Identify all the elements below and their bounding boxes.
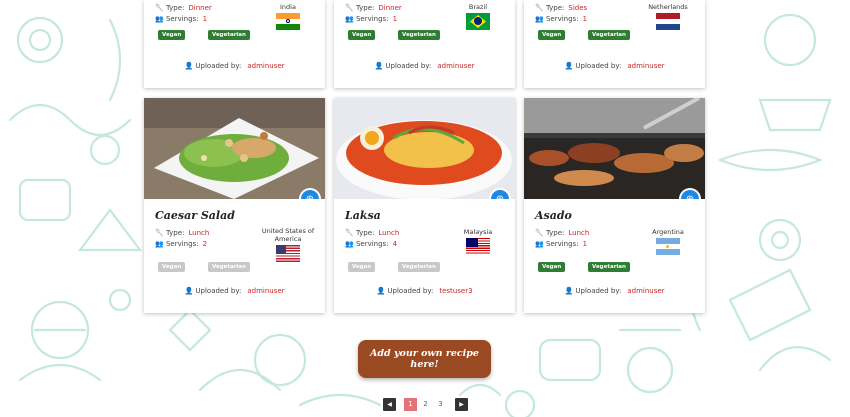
servings-value: 1 [582,15,588,23]
servings-label: Servings: [545,15,579,23]
uploader-name[interactable]: adminuser [627,287,664,295]
servings-label: Servings: [355,15,389,23]
uploader-name[interactable]: adminuser [247,62,284,70]
type-value: Dinner [188,4,212,12]
recipe-card-caesar-salad[interactable]: ⊕ Caesar Salad 🥄 Type: Lunch 👥 Servings: 2… [144,98,325,313]
usa-flag-icon [276,245,300,262]
vegan-badge: Vegan [348,262,376,272]
vegan-badge: Vegan [158,262,186,272]
pagination: ◀ 1 2 3 ▶ [383,397,468,411]
uploaded-by: 👤 Uploaded by: adminuser [374,62,475,70]
uploaded-by-label: Uploaded by: [575,62,622,70]
vegan-badge: Vegan [538,262,566,272]
uploader-name[interactable]: adminuser [627,62,664,70]
servings-value: 1 [582,240,588,248]
servings-value: 1 [392,15,398,23]
uploaded-by: 👤 Uploaded by: adminuser [184,287,285,295]
recipe-card-top-2[interactable]: 🥄 Type: Dinner 👥 Servings: 1 Brazil Vegan … [334,0,515,88]
uploaded-by-label: Uploaded by: [195,287,242,295]
diet-badges: Vegan Vegetarian [538,262,705,274]
country: United States of America [261,227,315,262]
type-value: Lunch [568,229,590,237]
vegetarian-badge: Vegetarian [588,30,630,40]
diet-badges: Vegan Vegetarian [158,30,325,42]
country-name: Netherlands [648,3,688,11]
uploaded-by: 👤 Uploaded by: adminuser [564,62,665,70]
diet-badges: Vegan Vegetarian [538,30,705,42]
vegetarian-badge: Vegetarian [398,30,440,40]
uploaded-by-label: Uploaded by: [195,62,242,70]
vegetarian-badge: Vegetarian [588,262,630,272]
argentina-flag-icon [656,238,680,255]
recipe-card-laksa[interactable]: ⊕ Laksa 🥄 Type: Lunch 👥 Servings: 4 Malays… [334,98,515,313]
type-label: Type: [355,4,375,12]
uploaded-by-label: Uploaded by: [575,287,622,295]
uploaded-by: 👤 Uploaded by: adminuser [564,287,665,295]
malaysia-flag-icon [466,238,490,255]
recipe-title[interactable]: Laksa [345,209,515,223]
vegetarian-badge: Vegetarian [208,30,250,40]
vegan-badge: Vegan [348,30,376,40]
type-label: Type: [355,229,375,237]
prev-page-button[interactable]: ◀ [383,397,396,411]
country: Malaysia [451,228,505,255]
diet-badges: Vegan Vegetarian [348,30,515,42]
recipe-image[interactable]: ⊕ [524,98,705,199]
vegetarian-badge: Vegetarian [208,262,250,272]
diet-badges: Vegan Vegetarian [348,262,515,274]
country: Brazil [451,3,505,30]
uploaded-by-label: Uploaded by: [387,287,434,295]
type-label: Type: [165,229,185,237]
servings-label: Servings: [165,15,199,23]
servings-value: 1 [202,15,208,23]
brazil-flag-icon [466,13,490,30]
netherlands-flag-icon [656,13,680,30]
recipe-card-top-3[interactable]: 🥄 Type: Sides 👥 Servings: 1 Netherlands Ve… [524,0,705,88]
servings-label: Servings: [165,240,199,248]
uploader-name[interactable]: adminuser [247,287,284,295]
type-value: Lunch [378,229,400,237]
servings-value: 4 [392,240,398,248]
servings-value: 2 [202,240,208,248]
servings-label: Servings: [545,240,579,248]
page-2-button[interactable]: 2 [419,398,432,411]
recipe-card-asado[interactable]: ⊕ Asado 🥄 Type: Lunch 👥 Servings: 1 Argent… [524,98,705,313]
recipe-card-top-1[interactable]: 🥄 Type: Dinner 👥 Servings: 1 India Vegan V… [144,0,325,88]
type-label: Type: [165,4,185,12]
country-name: India [280,3,296,11]
uploaded-by: 👤 Uploaded by: testuser3 [376,287,473,295]
recipe-title[interactable]: Caesar Salad [155,209,325,223]
recipe-image[interactable]: ⊕ [144,98,325,199]
diet-badges: Vegan Vegetarian [158,262,325,274]
servings-label: Servings: [355,240,389,248]
recipe-image[interactable]: ⊕ [334,98,515,199]
uploader-name[interactable]: adminuser [437,62,474,70]
page-1-button[interactable]: 1 [404,397,417,411]
type-value: Sides [568,4,588,12]
country: Argentina [641,228,695,255]
recipe-title[interactable]: Asado [535,209,705,223]
uploaded-by-label: Uploaded by: [385,62,432,70]
type-label: Type: [545,4,565,12]
vegan-badge: Vegan [158,30,186,40]
next-page-button[interactable]: ▶ [455,397,468,411]
type-value: Dinner [378,4,402,12]
country-name: Malaysia [463,228,493,236]
vegan-badge: Vegan [538,30,566,40]
add-recipe-button[interactable]: Add your own recipe here! [358,340,491,378]
country-name: Argentina [652,228,684,236]
page-3-button[interactable]: 3 [434,398,447,411]
uploaded-by: 👤 Uploaded by: adminuser [184,62,285,70]
vegetarian-badge: Vegetarian [398,262,440,272]
india-flag-icon [276,13,300,30]
country: India [261,3,315,30]
type-value: Lunch [188,229,210,237]
country: Netherlands [641,3,695,30]
country-name: United States of America [261,227,315,243]
country-name: Brazil [468,3,488,11]
type-label: Type: [545,229,565,237]
uploader-name[interactable]: testuser3 [439,287,472,295]
